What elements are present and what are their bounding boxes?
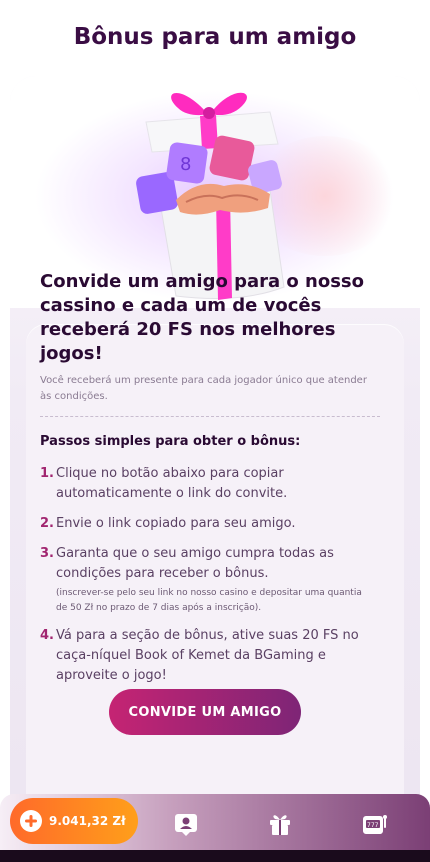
step-text: Clique no botão abaixo para copiar autom… (56, 466, 288, 501)
step-number: 1. (40, 466, 54, 481)
step-item: 1. Clique no botão abaixo para copiar au… (40, 464, 375, 504)
plus-icon (20, 810, 42, 832)
invite-subline: Você receberá um presente para cada joga… (40, 375, 367, 402)
step-number: 4. (40, 628, 54, 643)
balance-deposit-button[interactable]: 9.041,32 Zł (10, 798, 138, 844)
step-note: (inscrever-se pelo seu link no nosso cas… (56, 588, 362, 613)
gift-icon[interactable] (266, 810, 294, 838)
svg-text:8: 8 (180, 154, 191, 175)
steps-title: Passos simples para obter o bônus: (40, 434, 301, 449)
bottom-nav-bar: 9.041,32 Zł 777 (0, 794, 430, 856)
step-number: 3. (40, 546, 54, 561)
step-text: Garanta que o seu amigo cumpra todas as … (56, 546, 334, 581)
page-title: Bônus para um amigo (73, 24, 357, 50)
invite-friend-button[interactable]: CONVIDE UM AMIGO (109, 689, 301, 735)
divider (40, 416, 380, 417)
invite-headline: Convide um amigo para o nosso cassino e … (40, 271, 365, 364)
profile-card-icon[interactable] (172, 810, 200, 838)
step-item: 3. Garanta que o seu amigo cumpra todas … (40, 544, 375, 616)
bottom-edge (0, 850, 430, 862)
slot-machine-icon[interactable]: 777 (360, 810, 388, 838)
balance-amount: 9.041,32 Zł (49, 814, 126, 828)
step-item: 2. Envie o link copiado para seu amigo. (40, 514, 375, 534)
svg-text:777: 777 (367, 822, 379, 829)
step-text: Vá para a seção de bônus, ative suas 20 … (56, 628, 359, 683)
step-text: Envie o link copiado para seu amigo. (56, 516, 296, 531)
steps-list: 1. Clique no botão abaixo para copiar au… (40, 464, 375, 696)
step-item: 4. Vá para a seção de bônus, ative suas … (40, 626, 375, 686)
step-number: 2. (40, 516, 54, 531)
